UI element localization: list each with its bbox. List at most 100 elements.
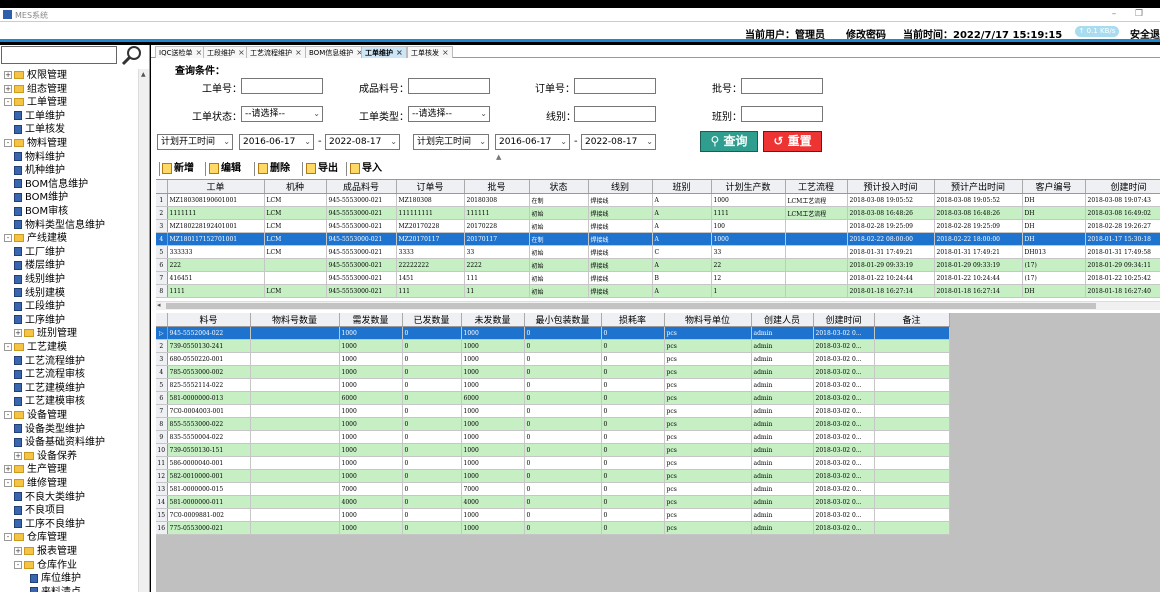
table-row[interactable]: 5 333333 LCM 945-5553000-021 3333 33 初始 焊接线 C 33 2… bbox=[156, 245, 1160, 259]
table-row[interactable]: 1 MZ18030819060100​1 LCM 945-5553000-021 MZ1… bbox=[156, 193, 1160, 207]
column-header[interactable]: 批号 bbox=[464, 180, 530, 194]
expand-icon[interactable]: + bbox=[14, 451, 22, 460]
sidebar-item[interactable]: 机种维护 bbox=[14, 164, 65, 177]
wo-status-select[interactable]: --请选择-- ⌄ bbox=[241, 106, 323, 122]
table-row[interactable]: 2 739-0550130-241 1000 0 1000 0 0 pcs admin 2018-… bbox=[156, 339, 950, 353]
scroll-thumb[interactable] bbox=[166, 303, 1096, 309]
sidebar-item[interactable]: 线别维护 bbox=[14, 273, 65, 286]
shift-input[interactable] bbox=[741, 106, 823, 122]
sidebar-item[interactable]: BOM审核 bbox=[14, 205, 68, 218]
column-header[interactable]: 需发数量 bbox=[339, 313, 403, 327]
sidebar-item[interactable]: - 工艺建模 bbox=[4, 341, 67, 354]
sidebar-item[interactable]: 工艺建模审核 bbox=[14, 395, 85, 408]
edit-button[interactable]: 编辑 bbox=[209, 161, 241, 177]
close-icon[interactable]: × bbox=[238, 48, 245, 57]
table-row[interactable]: 3 680-0550220-001 1000 0 1000 0 0 pcs admin 2018-… bbox=[156, 352, 950, 366]
menu-search-input[interactable] bbox=[1, 46, 117, 64]
close-icon[interactable]: × bbox=[396, 48, 403, 57]
column-header[interactable]: 班别 bbox=[652, 180, 712, 194]
minimize-button[interactable]: – bbox=[1107, 9, 1121, 19]
column-header[interactable]: 客户编号 bbox=[1022, 180, 1086, 194]
column-header[interactable]: 创建时间 bbox=[813, 313, 875, 327]
table-row[interactable]: ▷ 945-5552004-022 1000 0 1000 0 0 pcs admin 2018-… bbox=[156, 326, 950, 340]
sidebar-item[interactable]: 工段维护 bbox=[14, 300, 65, 313]
table-row[interactable]: 8 1111 LCM 945-5553000-021 111 11 初始 焊接线 A 1 2018-… bbox=[156, 284, 1160, 298]
table-row[interactable]: 4 MZ18011715270100​1 LCM 945-5553000-021 MZ2… bbox=[156, 232, 1160, 246]
close-icon[interactable]: × bbox=[295, 48, 302, 57]
safe-exit-link[interactable]: 安全退 bbox=[1130, 26, 1160, 41]
table-row[interactable]: 3 MZ18022819240100​1 LCM 945-5553000-021 MZ2… bbox=[156, 219, 1160, 233]
collapse-icon[interactable]: - bbox=[4, 411, 12, 419]
scroll-left-icon[interactable]: ◂ bbox=[157, 301, 161, 309]
tab-item[interactable]: 工单核发 × bbox=[407, 46, 453, 58]
tab-item[interactable]: IQC送检单 × bbox=[155, 46, 207, 58]
change-password-link[interactable]: 修改密码 bbox=[846, 26, 886, 41]
table-row[interactable]: 7 7C0-0004003-001 1000 0 1000 0 0 pcs admin 2018-… bbox=[156, 404, 950, 418]
sidebar-item[interactable]: 工单维护 bbox=[14, 110, 65, 123]
sidebar-item[interactable]: 来料清点 bbox=[30, 586, 81, 592]
line-input[interactable] bbox=[574, 106, 656, 122]
reset-button[interactable]: ↺ 重置 bbox=[763, 131, 822, 152]
collapse-icon[interactable]: - bbox=[14, 560, 22, 569]
table-row[interactable]: 2 1111111 LCM 945-5553000-021 111111111 11111… bbox=[156, 206, 1160, 220]
sidebar-item[interactable]: 工序维护 bbox=[14, 314, 65, 327]
sidebar-item[interactable]: - 设备管理 bbox=[4, 409, 67, 422]
sidebar-item[interactable]: 物料维护 bbox=[14, 151, 65, 164]
close-icon[interactable]: × bbox=[442, 48, 449, 57]
sidebar-item[interactable]: 库位维护 bbox=[30, 572, 81, 585]
sidebar-item[interactable]: - 仓库管理 bbox=[4, 531, 67, 544]
column-header[interactable]: 料号 bbox=[167, 313, 251, 327]
start-to-date[interactable]: 2022-08-17 ⌄ bbox=[325, 134, 400, 150]
table-row[interactable]: 6 222 945-5553000-021 22222222 2222 初始 焊接线 A 22 2… bbox=[156, 258, 1160, 272]
grid-horizontal-scrollbar[interactable]: ◂ bbox=[156, 301, 1160, 310]
tab-item[interactable]: 工段维护 × bbox=[203, 46, 249, 58]
column-header[interactable]: 预计产出时间 bbox=[934, 180, 1023, 194]
collapse-icon[interactable]: - bbox=[4, 98, 12, 107]
start-from-date[interactable]: 2016-06-17 ⌄ bbox=[239, 134, 314, 150]
column-header[interactable]: 机种 bbox=[264, 180, 327, 194]
sidebar-item[interactable]: 楼层维护 bbox=[14, 259, 65, 272]
sidebar-item[interactable]: 工艺流程维护 bbox=[14, 355, 85, 368]
table-row[interactable]: 10 739-0550130-151 1000 0 1000 0 0 pcs admin 2018… bbox=[156, 443, 950, 457]
table-row[interactable]: 15 7C0-0009881-002 1000 0 1000 0 0 pcs admin 2018… bbox=[156, 508, 950, 522]
sidebar-scrollbar[interactable]: ▲ bbox=[138, 69, 149, 592]
sidebar-item[interactable]: 工厂维护 bbox=[14, 246, 65, 259]
table-row[interactable]: 11 586-0000040-001 1000 0 1000 0 0 pcs admin 2018… bbox=[156, 456, 950, 470]
sidebar-item[interactable]: + 设备保养 bbox=[14, 450, 77, 463]
column-header[interactable]: 成品料号 bbox=[326, 180, 397, 194]
column-header[interactable]: 线别 bbox=[588, 180, 653, 194]
order-number-input[interactable] bbox=[574, 78, 656, 94]
column-header[interactable]: 备注 bbox=[874, 313, 950, 327]
scroll-up-icon[interactable]: ▲ bbox=[141, 71, 146, 78]
table-row[interactable]: 8 855-5553000-022 1000 0 1000 0 0 pcs admin 2018-… bbox=[156, 417, 950, 431]
sidebar-item[interactable]: BOM维护 bbox=[14, 191, 68, 204]
column-header[interactable]: 物料号数量 bbox=[250, 313, 340, 327]
plan-start-type-select[interactable]: 计划开工时间 ⌄ bbox=[157, 134, 233, 150]
sidebar-item[interactable]: 线别建模 bbox=[14, 287, 65, 300]
menu-search-button[interactable] bbox=[120, 45, 144, 67]
delete-button[interactable]: 删除 bbox=[258, 161, 290, 177]
collapse-caret-icon[interactable]: ▲ bbox=[496, 153, 501, 161]
column-header[interactable]: 未发数量 bbox=[461, 313, 525, 327]
tab-item[interactable]: 工艺流程维护 × bbox=[246, 46, 306, 58]
column-header[interactable]: 工艺流程 bbox=[785, 180, 848, 194]
column-header[interactable]: 已发数量 bbox=[402, 313, 462, 327]
sidebar-item[interactable]: 物料类型信息维护 bbox=[14, 219, 105, 232]
sidebar-item[interactable]: 设备类型维护 bbox=[14, 423, 85, 436]
table-row[interactable]: 7 416451 945-5553000-021 1451 111 初始 焊接线 B 12 201… bbox=[156, 271, 1160, 285]
collapse-icon[interactable]: - bbox=[4, 139, 12, 147]
sidebar-item[interactable]: + 生产管理 bbox=[4, 463, 67, 476]
collapse-icon[interactable]: - bbox=[4, 343, 12, 351]
collapse-icon[interactable]: - bbox=[4, 479, 12, 487]
query-button[interactable]: ⚲ 查询 bbox=[700, 131, 758, 152]
column-header[interactable]: 创建时间 bbox=[1085, 180, 1160, 194]
column-header[interactable]: 物料号单位 bbox=[664, 313, 752, 327]
sidebar-item[interactable]: + 权限管理 bbox=[4, 69, 67, 82]
sidebar-item[interactable]: 工艺建模维护 bbox=[14, 382, 85, 395]
close-icon[interactable]: × bbox=[195, 48, 202, 57]
lot-number-input[interactable] bbox=[741, 78, 823, 94]
tab-item[interactable]: BOM信息维护 × bbox=[305, 46, 367, 58]
sidebar-item[interactable]: 工序不良维护 bbox=[14, 518, 85, 531]
column-header[interactable]: 最小包装数量 bbox=[524, 313, 602, 327]
sidebar-item[interactable]: - 维修管理 bbox=[4, 477, 67, 490]
